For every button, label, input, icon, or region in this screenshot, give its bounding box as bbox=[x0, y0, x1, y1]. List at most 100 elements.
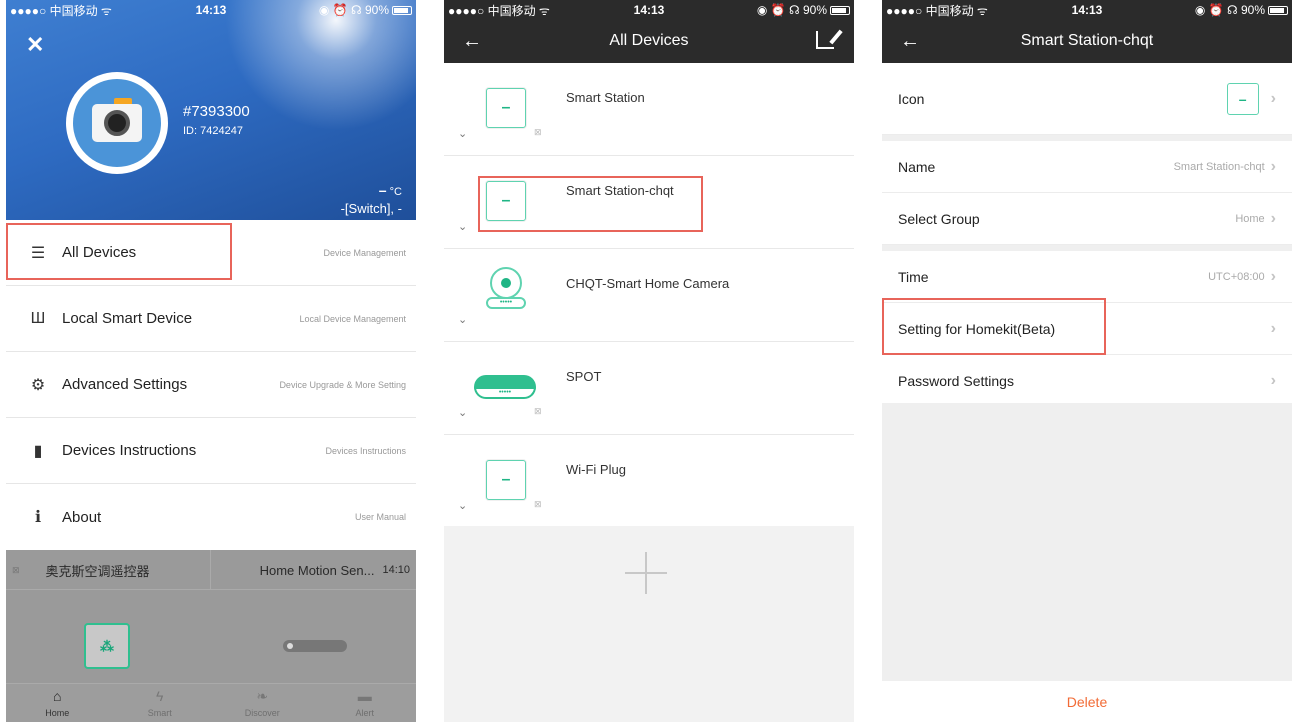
menu-item-subtitle: Device Management bbox=[323, 247, 406, 258]
add-device-area bbox=[444, 526, 854, 722]
device-card-motion-sensor[interactable]: Home Motion Sen... 14:10 bbox=[211, 550, 416, 590]
station-icon: – bbox=[486, 181, 526, 221]
setting-time[interactable]: Time UTC+08:00 › bbox=[882, 251, 1292, 303]
battery-icon bbox=[392, 5, 412, 15]
tab-home[interactable]: ⌂ Home bbox=[6, 684, 109, 722]
chevron-right-icon: › bbox=[1270, 319, 1276, 337]
temperature-value: – bbox=[378, 182, 387, 198]
setting-label: Setting for Homekit(Beta) bbox=[898, 320, 1056, 337]
tab-label: Smart bbox=[147, 708, 172, 718]
avatar-inner bbox=[73, 79, 161, 167]
status-bar: ●●●●○ 中国移动 ᯤ 14:13 ◉ ⏰ ☊ 90% bbox=[444, 0, 854, 20]
setting-icon[interactable]: Icon – › bbox=[882, 63, 1292, 135]
device-card-title: 奥克斯空调遥控器 bbox=[45, 563, 150, 579]
device-card-row: ⊠ 奥克斯空调遥控器 Home Motion Sen... 14:10 bbox=[6, 550, 416, 590]
empty-area bbox=[882, 403, 1292, 681]
station-icon: – bbox=[1226, 82, 1259, 115]
menu-item-all-devices[interactable]: ☰ All Devices Device Management bbox=[6, 220, 416, 286]
tab-label: Alert bbox=[355, 708, 374, 718]
device-list: – Smart Station ⌄ ⊠ – Smart Station-chqt… bbox=[444, 63, 854, 528]
device-item-camera[interactable]: ••••• CHQT-Smart Home Camera ⌄ bbox=[444, 249, 854, 342]
device-item-smart-station[interactable]: – Smart Station ⌄ ⊠ bbox=[444, 63, 854, 156]
chevron-down-icon[interactable]: ⌄ bbox=[458, 127, 467, 140]
offline-icon: ⊠ bbox=[534, 406, 542, 416]
tab-alert[interactable]: ▬ Alert bbox=[314, 684, 417, 722]
plus-icon[interactable] bbox=[625, 552, 667, 594]
list-icon: ☰ bbox=[30, 244, 46, 262]
status-bar: ●●●●○ 中国移动 ᯤ 14:13 ◉ ⏰ ☊ 90% bbox=[6, 0, 416, 20]
camera-eye bbox=[501, 278, 511, 288]
carrier-label: ●●●●○ 中国移动 ᯤ bbox=[10, 3, 112, 18]
settings-list: Icon – › Name Smart Station-chqt › Selec… bbox=[882, 63, 1292, 407]
weather-switch[interactable]: -[Switch], - bbox=[341, 201, 402, 216]
remove-icon: ⊠ bbox=[12, 564, 20, 575]
menu-item-subtitle: Local Device Management bbox=[299, 313, 406, 324]
menu-item-local-smart-device[interactable]: Ш Local Smart Device Local Device Manage… bbox=[6, 286, 416, 352]
device-item-spot[interactable]: ••••• SPOT ⌄ ⊠ bbox=[444, 342, 854, 435]
station-icon: – bbox=[486, 88, 526, 128]
edit-icon[interactable] bbox=[816, 31, 834, 49]
carrier-label: ●●●●○ 中国移动 ᯤ bbox=[886, 3, 988, 18]
chevron-right-icon: › bbox=[1270, 209, 1276, 227]
device-name: SPOT bbox=[566, 369, 602, 384]
leaf-icon: ❧ bbox=[256, 688, 269, 704]
setting-homekit[interactable]: Setting for Homekit(Beta) › bbox=[882, 303, 1292, 355]
status-right: ◉ ⏰ ☊ 90% bbox=[716, 3, 850, 17]
info-icon: ℹ bbox=[34, 509, 42, 526]
menu-item-label: Advanced Settings bbox=[62, 376, 188, 393]
device-card-aircon[interactable]: ⊠ 奥克斯空调遥控器 bbox=[6, 550, 211, 590]
setting-label: Select Group bbox=[898, 210, 980, 227]
menu-item-devices-instructions[interactable]: ▮ Devices Instructions Devices Instructi… bbox=[6, 418, 416, 484]
tab-smart[interactable]: ϟ Smart bbox=[109, 684, 212, 722]
close-icon[interactable]: ✕ bbox=[26, 34, 44, 56]
setting-label: Icon bbox=[898, 90, 925, 107]
carrier-label: ●●●●○ 中国移动 ᯤ bbox=[448, 3, 550, 18]
temperature-unit: °C bbox=[389, 186, 402, 198]
camera-icon: ••••• bbox=[484, 267, 528, 311]
setting-value: UTC+08:00 bbox=[1208, 270, 1265, 283]
camera-lens bbox=[104, 110, 130, 136]
menu-item-about[interactable]: ℹ About User Manual bbox=[6, 484, 416, 550]
menu-item-label: Local Smart Device bbox=[62, 310, 193, 327]
tab-label: Home bbox=[45, 708, 70, 718]
motion-sensor-icon[interactable] bbox=[283, 640, 347, 652]
device-name: Wi-Fi Plug bbox=[566, 462, 626, 477]
tab-discover[interactable]: ❧ Discover bbox=[211, 684, 314, 722]
chevron-right-icon: › bbox=[1270, 267, 1276, 285]
menu-item-label: All Devices bbox=[62, 244, 137, 261]
chevron-down-icon[interactable]: ⌄ bbox=[458, 499, 467, 512]
all-devices-screen: ●●●●○ 中国移动 ᯤ 14:13 ◉ ⏰ ☊ 90% ← All Devic… bbox=[444, 0, 854, 722]
device-item-wifi-plug[interactable]: – Wi-Fi Plug ⌄ ⊠ bbox=[444, 435, 854, 528]
menu-item-subtitle: Device Upgrade & More Setting bbox=[279, 379, 406, 390]
device-name: Smart Station bbox=[566, 90, 645, 105]
menu-item-advanced-settings[interactable]: ⚙ Advanced Settings Device Upgrade & Mor… bbox=[6, 352, 416, 418]
setting-select-group[interactable]: Select Group Home › bbox=[882, 193, 1292, 245]
setting-value: Smart Station-chqt bbox=[1173, 160, 1265, 173]
setting-password[interactable]: Password Settings › bbox=[882, 355, 1292, 407]
avatar[interactable] bbox=[66, 72, 168, 174]
side-menu: ☰ All Devices Device Management Ш Local … bbox=[6, 220, 416, 550]
spot-bottom: ••••• bbox=[474, 387, 536, 399]
message-icon: ▬ bbox=[357, 688, 372, 704]
page-title: Smart Station-chqt bbox=[1020, 32, 1154, 49]
chevron-down-icon[interactable]: ⌄ bbox=[458, 313, 467, 326]
menu-item-label: About bbox=[62, 508, 102, 526]
menu-item-subtitle: User Manual bbox=[354, 512, 406, 522]
device-item-smart-station-chqt[interactable]: – Smart Station-chqt ⌄ bbox=[444, 156, 854, 249]
chevron-down-icon[interactable]: ⌄ bbox=[458, 406, 467, 419]
offline-icon: ⊠ bbox=[534, 499, 542, 509]
user-id: ID: 7424247 bbox=[183, 125, 243, 137]
chevron-right-icon: › bbox=[1270, 157, 1276, 175]
offline-icon: ⊠ bbox=[534, 127, 542, 137]
delete-button[interactable]: Delete bbox=[882, 681, 1292, 722]
device-card-time: 14:10 bbox=[382, 564, 410, 576]
tab-label: Discover bbox=[244, 708, 280, 718]
chevron-down-icon[interactable]: ⌄ bbox=[458, 220, 467, 233]
menu-item-label: Devices Instructions bbox=[62, 442, 197, 459]
setting-value: Home bbox=[1235, 212, 1265, 225]
status-right: ◉ ⏰ ☊ 90% bbox=[1154, 3, 1288, 17]
plug-icon[interactable]: ⁂ bbox=[84, 623, 130, 669]
menu-item-subtitle: Devices Instructions bbox=[325, 445, 406, 456]
battery-icon bbox=[830, 5, 850, 15]
setting-name[interactable]: Name Smart Station-chqt › bbox=[882, 141, 1292, 193]
